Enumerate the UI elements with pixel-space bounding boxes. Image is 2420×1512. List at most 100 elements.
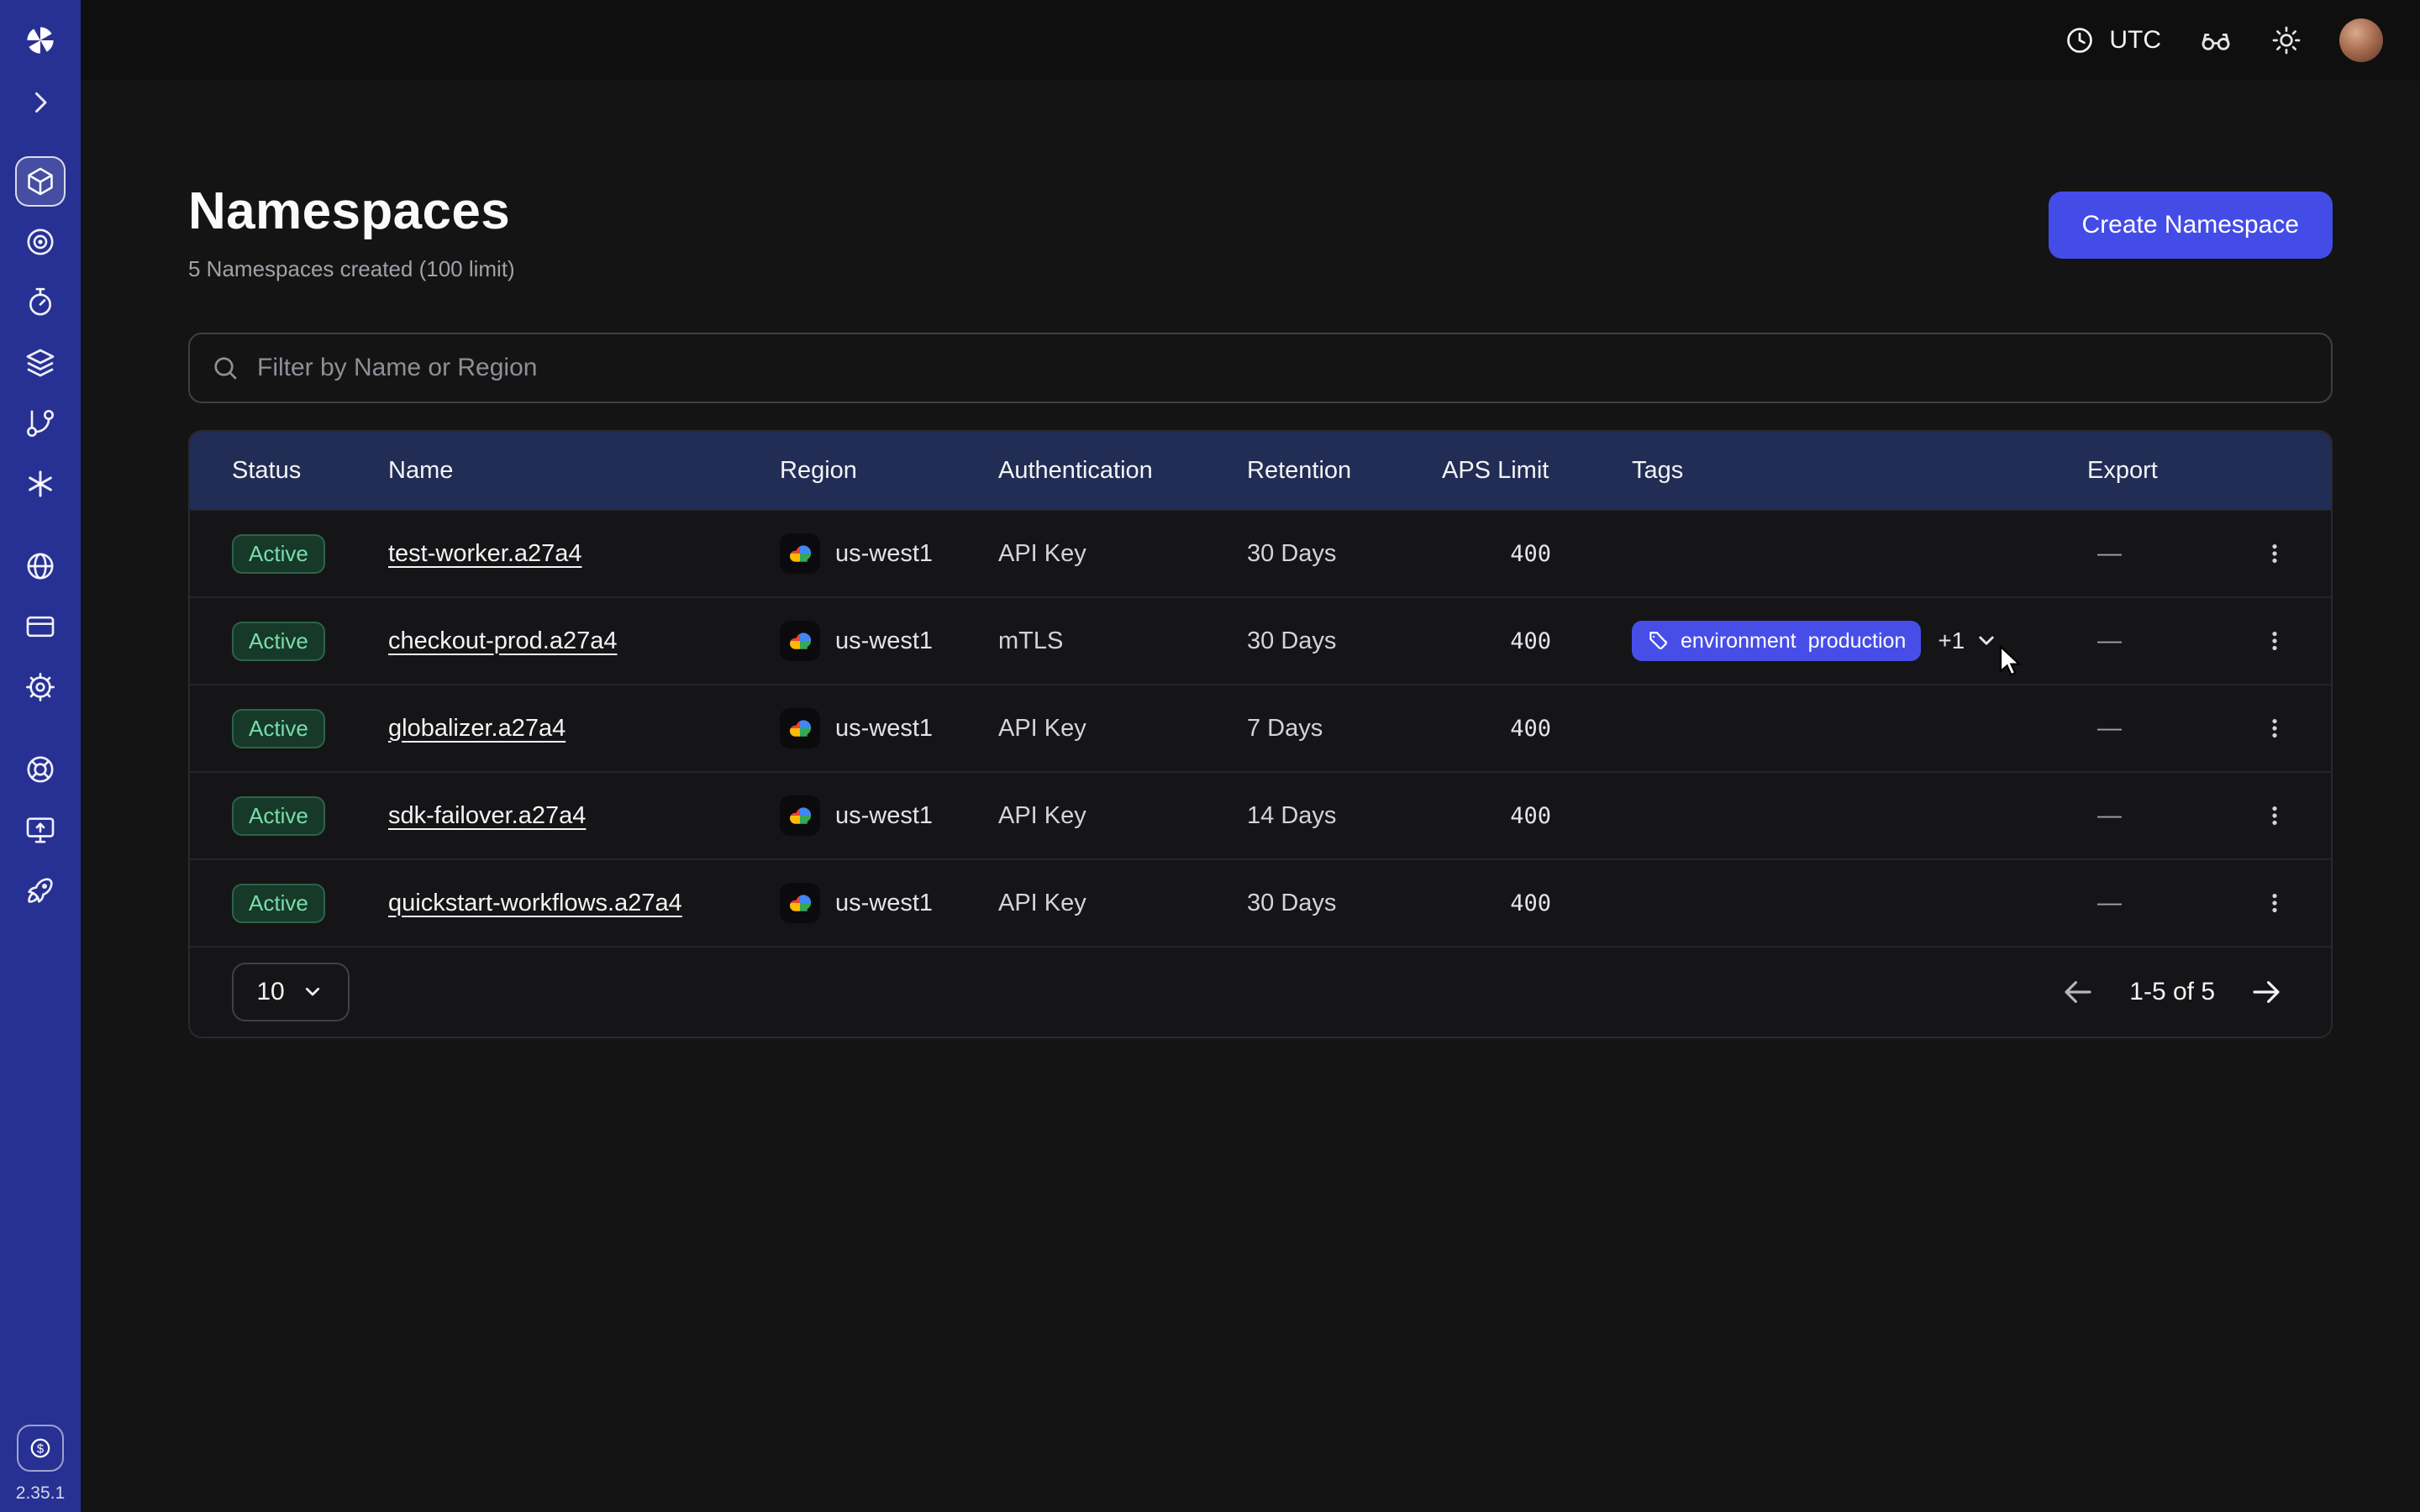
clock-icon — [2064, 24, 2096, 56]
usage-billing-button[interactable]: $ — [17, 1425, 64, 1472]
temporal-logo-icon[interactable] — [22, 22, 59, 59]
status-badge: Active — [232, 534, 325, 574]
page-range-label: 1-5 of 5 — [2129, 978, 2215, 1006]
header-aps: APS Limit — [1442, 457, 1632, 485]
status-badge: Active — [232, 622, 325, 661]
aps-limit-value: 400 — [1442, 890, 1632, 916]
rocket-icon — [24, 874, 57, 907]
gcp-icon — [780, 621, 820, 661]
header-auth: Authentication — [998, 457, 1247, 485]
sidebar-item-web[interactable] — [0, 536, 81, 596]
retention-label: 14 Days — [1247, 802, 1442, 830]
create-namespace-button[interactable]: Create Namespace — [2049, 192, 2333, 259]
namespaces-table: Status Name Region Authentication Retent… — [188, 430, 2333, 1038]
namespace-link[interactable]: checkout-prod.a27a4 — [388, 627, 617, 654]
glasses-button[interactable] — [2198, 23, 2233, 58]
aps-limit-value: 400 — [1442, 716, 1632, 742]
pagination: 1-5 of 5 — [2060, 974, 2284, 1010]
sidebar-item-schedules[interactable] — [0, 272, 81, 333]
table-row: Active quickstart-workflows.a27a4 us-wes… — [190, 858, 2331, 946]
export-value: — — [2087, 802, 2238, 830]
tag-chip[interactable]: environment production — [1632, 621, 1921, 661]
table-header-row: Status Name Region Authentication Retent… — [190, 432, 2331, 509]
search-icon — [210, 353, 240, 383]
tag-icon — [1647, 630, 1669, 652]
table-row: Active checkout-prod.a27a4 us-west1 mTLS… — [190, 596, 2331, 684]
filter-input[interactable] — [257, 354, 2311, 382]
sidebar-item-getting-started[interactable] — [0, 860, 81, 921]
app-version: 2.35.1 — [16, 1483, 65, 1504]
retention-label: 30 Days — [1247, 627, 1442, 655]
page-size-value: 10 — [256, 978, 284, 1006]
gcp-icon — [780, 883, 820, 923]
svg-text:$: $ — [37, 1443, 45, 1457]
lifebuoy-icon — [24, 753, 57, 786]
kebab-icon — [2262, 628, 2287, 654]
namespace-link[interactable]: sdk-failover.a27a4 — [388, 802, 586, 829]
tag-key: environment — [1681, 629, 1797, 654]
region-label: us-west1 — [835, 627, 933, 655]
status-badge: Active — [232, 884, 325, 923]
aps-limit-value: 400 — [1442, 628, 1632, 654]
more-tags-label: +1 — [1938, 627, 1965, 654]
header-region: Region — [780, 457, 998, 485]
globe-icon — [24, 549, 57, 583]
aps-limit-value: 400 — [1442, 541, 1632, 567]
kebab-icon — [2262, 716, 2287, 741]
user-avatar[interactable] — [2339, 18, 2383, 62]
region-label: us-west1 — [835, 715, 933, 743]
gear-icon — [24, 670, 57, 704]
status-badge: Active — [232, 796, 325, 836]
auth-label: API Key — [998, 540, 1247, 568]
monitor-icon — [24, 813, 57, 847]
gcp-icon — [780, 533, 820, 574]
namespace-link[interactable]: quickstart-workflows.a27a4 — [388, 890, 682, 916]
next-page-button[interactable] — [2249, 974, 2284, 1010]
tag-value: production — [1808, 629, 1907, 654]
aps-limit-value: 400 — [1442, 803, 1632, 829]
sidebar-bottom: $ 2.35.1 — [0, 1425, 81, 1504]
sidebar-expand-chevron-icon[interactable] — [25, 82, 55, 123]
sidebar-item-namespaces[interactable] — [0, 151, 81, 212]
row-menu-button[interactable] — [2252, 706, 2297, 751]
arrow-right-icon — [2249, 974, 2284, 1010]
kebab-icon — [2262, 803, 2287, 828]
filter-bar — [188, 333, 2333, 403]
sidebar-item-layers[interactable] — [0, 333, 81, 393]
row-menu-button[interactable] — [2252, 618, 2297, 664]
timezone-selector[interactable]: UTC — [2064, 24, 2161, 56]
page-size-select[interactable]: 10 — [232, 963, 350, 1021]
target-icon — [24, 225, 57, 259]
row-menu-button[interactable] — [2252, 793, 2297, 838]
chevron-down-icon — [1973, 627, 2000, 654]
sidebar-item-support[interactable] — [0, 739, 81, 800]
namespace-link[interactable]: test-worker.a27a4 — [388, 540, 582, 567]
namespace-count-label: 5 Namespaces created (100 limit) — [188, 256, 515, 282]
arrow-left-icon — [2060, 974, 2096, 1010]
export-value: — — [2087, 890, 2238, 917]
sidebar-item-workflows[interactable] — [0, 393, 81, 454]
sun-icon — [2270, 24, 2302, 56]
sidebar-item-target[interactable] — [0, 212, 81, 272]
app-window: $ 2.35.1 UTC Namespaces 5 Namespac — [0, 0, 2420, 1512]
theme-toggle-button[interactable] — [2270, 24, 2302, 56]
region-label: us-west1 — [835, 802, 933, 830]
header-retention: Retention — [1247, 457, 1442, 485]
branch-icon — [24, 407, 57, 440]
sidebar-item-nexus[interactable] — [0, 454, 81, 514]
sidebar-item-settings[interactable] — [0, 657, 81, 717]
sidebar-item-console[interactable] — [0, 800, 81, 860]
tags-expand-button[interactable] — [1973, 627, 2000, 654]
table-row: Active sdk-failover.a27a4 us-west1 API K… — [190, 771, 2331, 858]
auth-label: mTLS — [998, 627, 1247, 655]
namespace-link[interactable]: globalizer.a27a4 — [388, 715, 566, 742]
region-label: us-west1 — [835, 890, 933, 917]
page-content: Namespaces 5 Namespaces created (100 lim… — [81, 81, 2420, 1512]
previous-page-button[interactable] — [2060, 974, 2096, 1010]
gcp-icon — [780, 708, 820, 748]
sidebar-item-billing[interactable] — [0, 596, 81, 657]
auth-label: API Key — [998, 802, 1247, 830]
auth-label: API Key — [998, 890, 1247, 917]
row-menu-button[interactable] — [2252, 880, 2297, 926]
row-menu-button[interactable] — [2252, 531, 2297, 576]
